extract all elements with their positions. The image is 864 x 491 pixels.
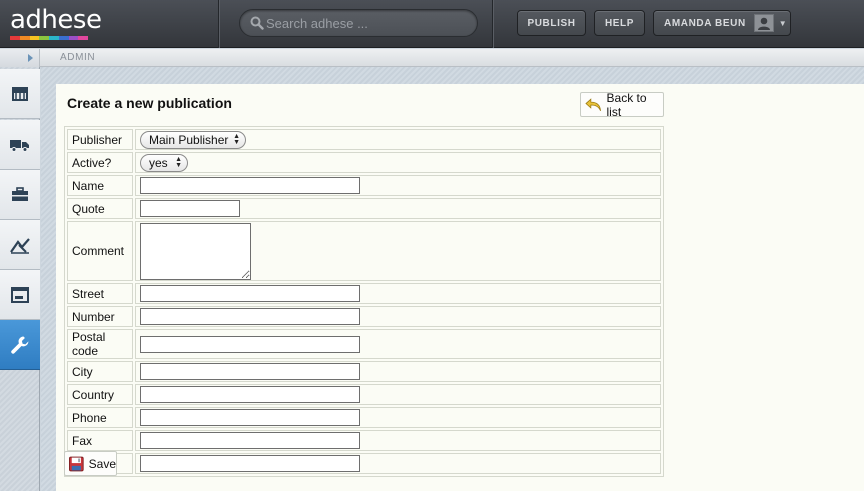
- comment-textarea[interactable]: [140, 222, 251, 280]
- form-row-website: Website: [67, 453, 661, 474]
- postal-code-input[interactable]: [140, 335, 360, 353]
- top-bar: adhese PUBLISH HELP AMANDA BEUN ▼: [0, 0, 864, 48]
- form-row-country: Country: [67, 384, 661, 405]
- help-button[interactable]: HELP: [594, 10, 645, 36]
- field-cell: yes ▲ ▼: [135, 152, 661, 173]
- briefcase-icon: [12, 187, 28, 201]
- expand-arrow-icon: [28, 54, 33, 62]
- field-label: City: [67, 361, 133, 382]
- field-label: Postal code: [67, 329, 133, 359]
- sidebar-item-analytics[interactable]: [0, 220, 40, 270]
- country-input[interactable]: [140, 386, 360, 403]
- user-menu-button[interactable]: AMANDA BEUN ▼: [653, 10, 791, 36]
- sidebar-toggle[interactable]: [0, 49, 40, 67]
- window-icon: [11, 286, 29, 303]
- user-silhouette-icon: [757, 17, 770, 30]
- sidebar-item-admin[interactable]: [0, 320, 40, 370]
- breadcrumb: ADMIN: [60, 52, 96, 63]
- field-label: Active?: [67, 152, 133, 173]
- field-label: Fax: [67, 430, 133, 451]
- search-icon: [250, 16, 264, 30]
- back-arrow-icon: [585, 97, 601, 111]
- field-cell: [135, 430, 661, 451]
- name-input[interactable]: [140, 177, 360, 194]
- field-cell: [135, 407, 661, 428]
- field-cell: [135, 198, 661, 219]
- save-button[interactable]: Save: [64, 451, 117, 476]
- field-label: Name: [67, 175, 133, 196]
- active-select-value: yes: [149, 155, 168, 170]
- field-label: Publisher: [67, 129, 133, 150]
- phone-input[interactable]: [140, 409, 360, 426]
- field-cell: [135, 175, 661, 196]
- form-row-city: City: [67, 361, 661, 382]
- page-title: Create a new publication: [67, 95, 232, 111]
- field-label: Street: [67, 283, 133, 304]
- field-label: Country: [67, 384, 133, 405]
- form-row-fax: Fax: [67, 430, 661, 451]
- field-label: Number: [67, 306, 133, 327]
- logo-color-stripe: [10, 36, 88, 40]
- publish-button[interactable]: PUBLISH: [517, 10, 586, 36]
- form-row-quote: Quote: [67, 198, 661, 219]
- publisher-select[interactable]: Main Publisher ▲ ▼: [140, 130, 246, 149]
- form-row-publisher: Publisher Main Publisher ▲ ▼: [67, 129, 661, 150]
- city-input[interactable]: [140, 363, 360, 380]
- publication-form: Publisher Main Publisher ▲ ▼ Active? yes …: [64, 126, 664, 477]
- sidebar: [0, 67, 40, 491]
- adhese-logo[interactable]: adhese: [10, 5, 102, 40]
- publisher-select-value: Main Publisher: [149, 132, 229, 147]
- save-label: Save: [88, 456, 116, 471]
- search-input[interactable]: [266, 13, 466, 33]
- back-to-list-label: Back to list: [606, 90, 647, 119]
- sidebar-item-windows[interactable]: [0, 270, 40, 320]
- search-box[interactable]: [239, 9, 478, 37]
- floppy-disk-icon: [69, 456, 84, 471]
- sidebar-item-projects[interactable]: [0, 170, 40, 220]
- form-row-name: Name: [67, 175, 661, 196]
- topbar-divider: [218, 0, 219, 48]
- active-select[interactable]: yes ▲ ▼: [140, 153, 188, 172]
- field-label: Quote: [67, 198, 133, 219]
- sub-header: ADMIN: [0, 49, 864, 67]
- field-cell: Main Publisher ▲ ▼: [135, 129, 661, 150]
- wrench-icon: [11, 336, 29, 354]
- chart-tools-icon: [10, 237, 30, 254]
- select-arrows-icon: ▲ ▼: [175, 155, 182, 169]
- form-row-comment: Comment: [67, 221, 661, 281]
- form-row-street: Street: [67, 283, 661, 304]
- chevron-down-icon: ▼: [778, 18, 788, 28]
- field-cell: [135, 329, 661, 359]
- field-cell: [135, 384, 661, 405]
- field-cell: [135, 221, 661, 281]
- sidebar-item-delivery[interactable]: [0, 120, 40, 170]
- back-to-list-button[interactable]: Back to list: [580, 90, 664, 119]
- fax-input[interactable]: [140, 432, 360, 449]
- form-row-number: Number: [67, 306, 661, 327]
- form-row-phone: Phone: [67, 407, 661, 428]
- select-arrows-icon: ▲ ▼: [233, 132, 240, 146]
- field-cell: [135, 453, 661, 474]
- website-input[interactable]: [140, 455, 360, 472]
- form-row-active: Active? yes ▲ ▼: [67, 152, 661, 173]
- quote-input[interactable]: [140, 200, 240, 217]
- inventory-icon: [12, 86, 28, 101]
- number-input[interactable]: [140, 308, 360, 325]
- field-cell: [135, 306, 661, 327]
- user-name: AMANDA BEUN: [664, 17, 746, 29]
- topbar-divider: [492, 0, 493, 48]
- field-label: Phone: [67, 407, 133, 428]
- form-row-postal-code: Postal code: [67, 329, 661, 359]
- street-input[interactable]: [140, 285, 360, 302]
- field-cell: [135, 361, 661, 382]
- field-cell: [135, 283, 661, 304]
- avatar: [753, 14, 774, 32]
- sidebar-item-inventory[interactable]: [0, 69, 40, 119]
- logo-text: adhese: [10, 5, 102, 35]
- field-label: Comment: [67, 221, 133, 281]
- truck-icon: [10, 139, 29, 152]
